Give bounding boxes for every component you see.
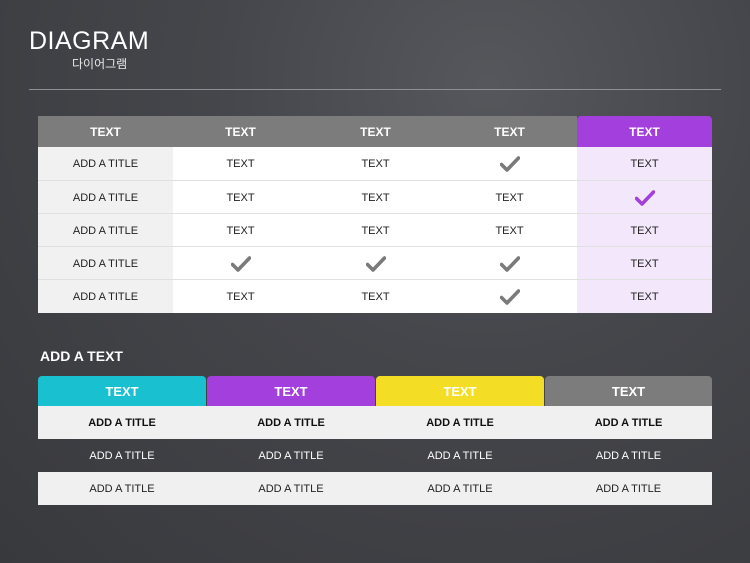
table-row: ADD A TITLE TEXT TEXT TEXT (38, 180, 712, 213)
table-cell: ADD A TITLE (426, 416, 494, 429)
table-cell: ADD A TITLE (595, 482, 662, 495)
table-cell: TEXT (630, 290, 659, 303)
table-cell: TEXT (226, 290, 255, 303)
table-cell (308, 247, 443, 280)
header-cell: TEXT (494, 124, 525, 139)
table-cell: TEXT (495, 191, 524, 204)
category-tab: TEXT (38, 376, 206, 406)
header-cell: TEXT (225, 124, 256, 139)
section-label: ADD A TEXT (40, 348, 123, 364)
table-row: ADD A TITLE TEXT (38, 246, 712, 279)
table-cell (173, 247, 308, 280)
header-cell: TEXT (360, 124, 391, 139)
check-icon (499, 255, 520, 272)
table-cell (442, 247, 577, 280)
header-cell: TEXT (629, 124, 660, 139)
table-row: ADD A TITLE ADD A TITLE ADD A TITLE ADD A T… (38, 406, 712, 439)
table-cell: TEXT (361, 224, 390, 237)
comparison-table: TEXT TEXT TEXT TEXT TEXT ADD A TITLE TEXT… (38, 116, 712, 313)
table-cell: ADD A TITLE (72, 290, 139, 303)
table-cell: TEXT (226, 157, 255, 170)
table-cell: ADD A TITLE (258, 449, 324, 462)
table-cell: ADD A TITLE (427, 449, 493, 462)
comparison-table-header: TEXT TEXT TEXT TEXT TEXT (38, 116, 712, 147)
table-cell: TEXT (226, 224, 255, 237)
table-cell: ADD A TITLE (595, 449, 662, 462)
table-cell: TEXT (361, 290, 390, 303)
check-icon (230, 255, 251, 272)
category-table-header: TEXT TEXT TEXT TEXT (38, 376, 712, 406)
table-cell (442, 147, 577, 180)
table-cell: ADD A TITLE (72, 191, 139, 204)
category-tab: TEXT (545, 376, 712, 406)
table-cell: ADD A TITLE (427, 482, 493, 495)
check-icon (634, 189, 655, 206)
category-table: TEXT TEXT TEXT TEXT ADD A TITLE ADD A TITLE A… (38, 376, 712, 506)
table-cell: TEXT (361, 191, 390, 204)
table-row: ADD A TITLE ADD A TITLE ADD A TITLE ADD A T… (38, 439, 712, 472)
table-cell: ADD A TITLE (89, 482, 155, 495)
table-cell: TEXT (630, 224, 659, 237)
table-cell: ADD A TITLE (72, 224, 139, 237)
category-table-body: ADD A TITLE ADD A TITLE ADD A TITLE ADD A T… (38, 406, 712, 506)
table-cell: ADD A TITLE (88, 416, 156, 429)
header-cell: TEXT (90, 124, 121, 139)
title-divider (29, 89, 721, 90)
table-row: ADD A TITLE TEXT TEXT TEXT (38, 279, 712, 312)
category-tab: TEXT (376, 376, 544, 406)
table-cell (577, 181, 712, 214)
table-cell: ADD A TITLE (72, 157, 139, 170)
table-cell: TEXT (630, 257, 659, 270)
comparison-table-body: ADD A TITLE TEXT TEXT TEXT ADD A TITLE TEXT TE… (38, 147, 712, 313)
page-title: DIAGRAM (29, 27, 150, 55)
check-icon (499, 288, 520, 305)
check-icon (499, 155, 520, 172)
table-cell: TEXT (630, 157, 659, 170)
table-cell: TEXT (361, 157, 390, 170)
table-cell: ADD A TITLE (257, 416, 325, 429)
table-cell (442, 280, 577, 313)
category-tab: TEXT (207, 376, 375, 406)
table-row: ADD A TITLE TEXT TEXT TEXT TEXT (38, 213, 712, 246)
page-subtitle: 다이어그램 (72, 57, 128, 71)
table-cell: ADD A TITLE (89, 449, 155, 462)
check-icon (365, 255, 386, 272)
table-cell: TEXT (226, 191, 255, 204)
table-cell: TEXT (495, 224, 524, 237)
table-row: ADD A TITLE TEXT TEXT TEXT (38, 147, 712, 180)
table-cell: ADD A TITLE (594, 416, 663, 429)
table-cell: ADD A TITLE (72, 257, 139, 270)
table-row: ADD A TITLE ADD A TITLE ADD A TITLE ADD A T… (38, 472, 712, 505)
table-cell: ADD A TITLE (258, 482, 324, 495)
